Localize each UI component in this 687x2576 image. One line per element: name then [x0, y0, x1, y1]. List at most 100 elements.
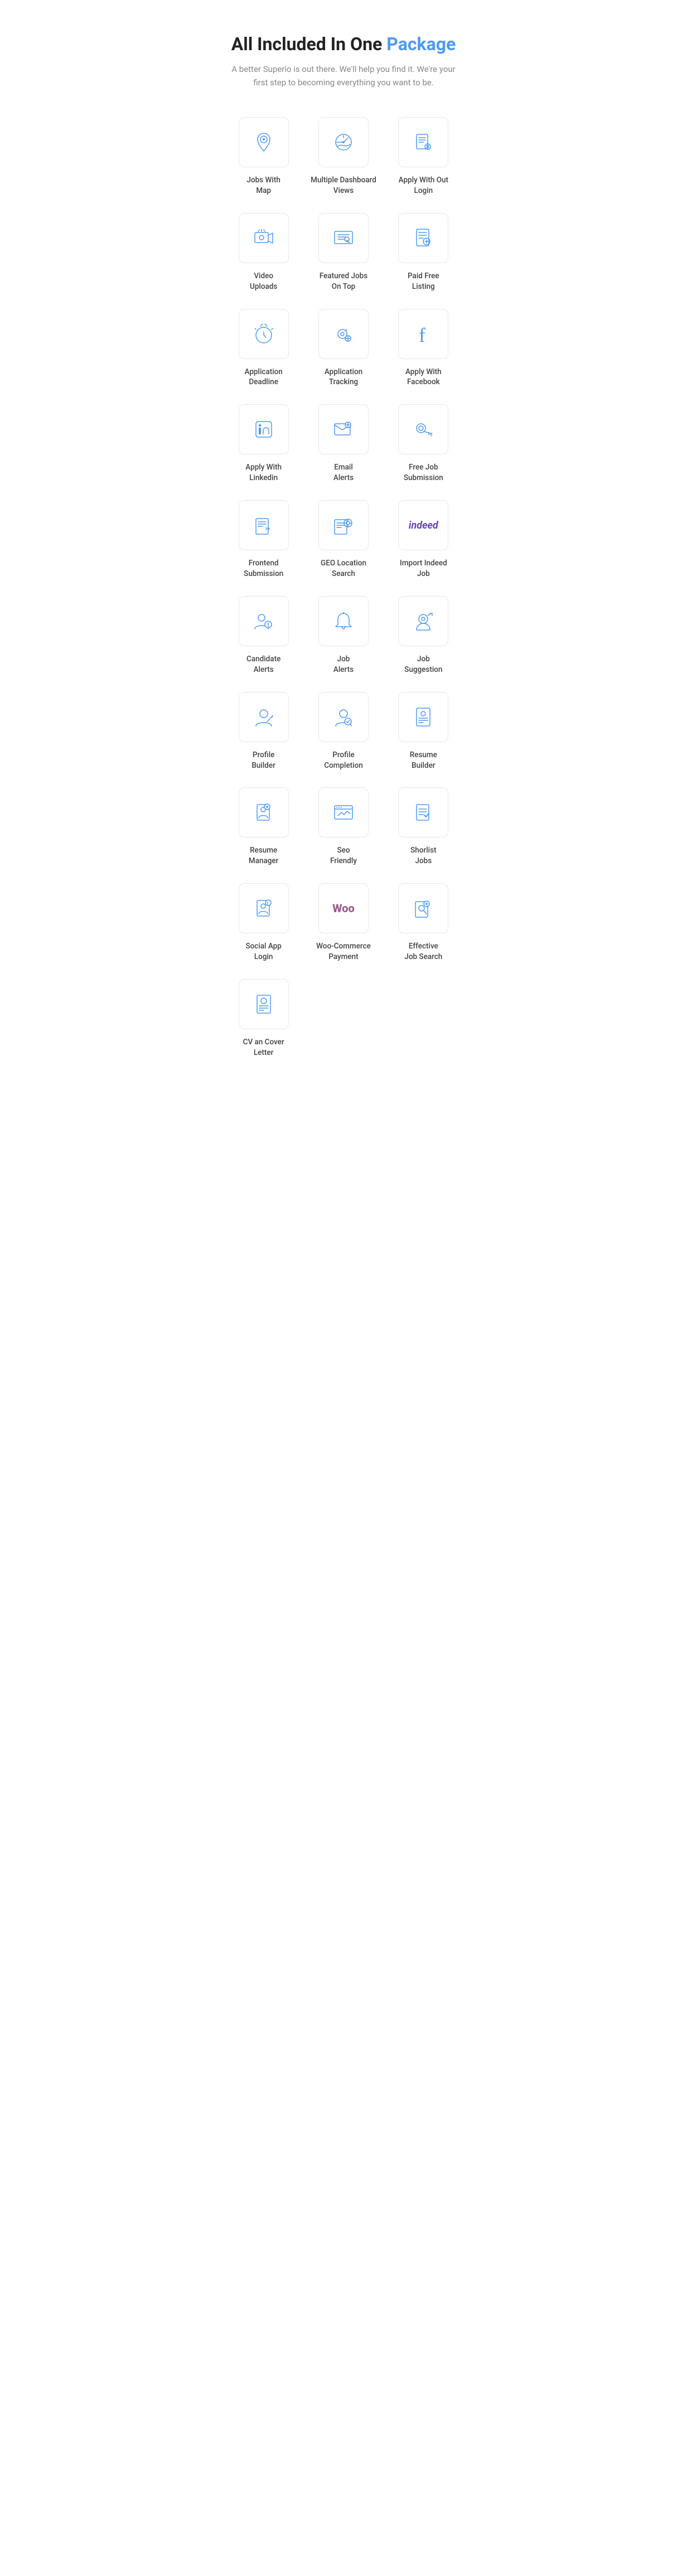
feature-label: JobSuggestion: [404, 654, 442, 675]
icon-box-linkedin: [239, 404, 289, 454]
feature-label: EffectiveJob Search: [404, 941, 442, 962]
icon-box-suggestion: [398, 596, 448, 646]
feature-label: CandidateAlerts: [246, 654, 280, 675]
deadline-icon: [251, 322, 276, 346]
resume-manager-icon: [251, 800, 276, 825]
icon-box-featured: [318, 213, 369, 263]
profile-completion-icon: [331, 705, 356, 729]
icon-box-cv: [239, 979, 289, 1029]
feature-apply-without-login: Apply With OutLogin: [386, 117, 461, 196]
feature-multiple-dashboard: Multiple DashboardViews: [306, 117, 380, 196]
resume-builder-icon: [411, 705, 436, 729]
feature-resume-builder: ResumeBuilder: [386, 692, 461, 771]
feature-import-indeed: indeed Import IndeedJob: [386, 500, 461, 579]
feature-label: Featured JobsOn Top: [320, 271, 367, 292]
feature-geo-location: GEO LocationSearch: [306, 500, 380, 579]
feature-label: GEO LocationSearch: [321, 558, 366, 579]
feature-label: Multiple DashboardViews: [311, 175, 376, 196]
icon-box-social-login: f: [239, 883, 289, 933]
feature-shortlist-jobs: ShorlistJobs: [386, 787, 461, 866]
feature-candidate-alerts: CandidateAlerts: [226, 596, 301, 675]
frontend-icon: [251, 513, 276, 538]
feature-application-tracking: ApplicationTracking: [306, 309, 380, 388]
features-grid: Jobs WithMap Multiple DashboardViews: [226, 117, 461, 1058]
woo-text: Woo: [332, 902, 355, 915]
shortlist-icon: [411, 800, 436, 825]
bell-icon: [331, 609, 356, 633]
feature-job-alerts: JobAlerts: [306, 596, 380, 675]
icon-box-candidate: [239, 596, 289, 646]
facebook-icon: f: [411, 322, 436, 346]
feature-label: JobAlerts: [333, 654, 354, 675]
icon-box-apply: [398, 117, 448, 167]
feature-featured-jobs: Featured JobsOn Top: [306, 213, 380, 292]
feature-label: ProfileCompletion: [324, 750, 363, 771]
icon-box-facebook: f: [398, 309, 448, 359]
svg-text:f: f: [419, 324, 425, 346]
icon-box-video: [239, 213, 289, 263]
icon-box-bell: [318, 596, 369, 646]
feature-label: Apply WithLinkedin: [245, 462, 282, 483]
map-icon: [251, 130, 276, 154]
feature-label: Woo-CommercePayment: [316, 941, 371, 962]
feature-effective-job-search: EffectiveJob Search: [386, 883, 461, 962]
icon-box-profile-completion: [318, 692, 369, 742]
feature-social-app-login: f Social AppLogin: [226, 883, 301, 962]
feature-profile-completion: ProfileCompletion: [306, 692, 380, 771]
icon-box-listing: [398, 213, 448, 263]
icon-box-email: [318, 404, 369, 454]
feature-cv-cover-letter: CV an CoverLetter: [226, 979, 301, 1058]
icon-box-woo: Woo: [318, 883, 369, 933]
video-icon: [251, 226, 276, 250]
feature-free-job-submission: Free JobSubmission: [386, 404, 461, 483]
feature-jobs-with-map: Jobs WithMap: [226, 117, 301, 196]
feature-video-uploads: VideoUploads: [226, 213, 301, 292]
icon-box-seo: [318, 787, 369, 837]
feature-resume-manager: ResumeManager: [226, 787, 301, 866]
feature-label: Apply With OutLogin: [399, 175, 448, 196]
feature-job-suggestion: JobSuggestion: [386, 596, 461, 675]
icon-box-map: [239, 117, 289, 167]
page-subtitle: A better Superio is out there. We'll hel…: [226, 62, 461, 89]
feature-label: ApplicationDeadline: [245, 367, 283, 388]
page-title: All Included In One Package: [226, 33, 461, 55]
feature-apply-facebook: f Apply WithFacebook: [386, 309, 461, 388]
icon-box-job-search: [398, 883, 448, 933]
icon-box-indeed: indeed: [398, 500, 448, 550]
seo-icon: [331, 800, 356, 825]
feature-label: Import IndeedJob: [400, 558, 447, 579]
icon-box-free-job: [398, 404, 448, 454]
candidate-icon: [251, 609, 276, 633]
job-key-icon: [411, 417, 436, 442]
email-icon: [331, 417, 356, 442]
icon-box-shortlist: [398, 787, 448, 837]
feature-label: ResumeBuilder: [410, 750, 437, 771]
feature-label: ResumeManager: [249, 845, 279, 866]
tracking-icon: [331, 322, 356, 346]
feature-label: Social AppLogin: [245, 941, 281, 962]
icon-box-profile-builder: [239, 692, 289, 742]
feature-label: Paid FreeListing: [408, 271, 439, 292]
feature-profile-builder: ProfileBuilder: [226, 692, 301, 771]
icon-box-geo: [318, 500, 369, 550]
feature-label: ProfileBuilder: [251, 750, 275, 771]
feature-label: Apply WithFacebook: [405, 367, 442, 388]
feature-label: ApplicationTracking: [325, 367, 362, 388]
feature-label: SeoFriendly: [330, 845, 357, 866]
feature-label: FrontendSubmission: [244, 558, 283, 579]
icon-box-deadline: [239, 309, 289, 359]
cv-icon: [251, 992, 276, 1016]
feature-email-alerts: EmailAlerts: [306, 404, 380, 483]
icon-box-resume-builder: [398, 692, 448, 742]
geo-icon: [331, 513, 356, 538]
suggestion-icon: [411, 609, 436, 633]
social-login-icon: f: [251, 896, 276, 921]
dashboard-icon: [331, 130, 356, 154]
feature-label: VideoUploads: [250, 271, 277, 292]
feature-apply-linkedin: Apply WithLinkedin: [226, 404, 301, 483]
feature-label: Jobs WithMap: [246, 175, 280, 196]
feature-label: CV an CoverLetter: [243, 1037, 284, 1058]
feature-frontend-submission: FrontendSubmission: [226, 500, 301, 579]
icon-box-frontend: [239, 500, 289, 550]
linkedin-icon: [251, 417, 276, 442]
